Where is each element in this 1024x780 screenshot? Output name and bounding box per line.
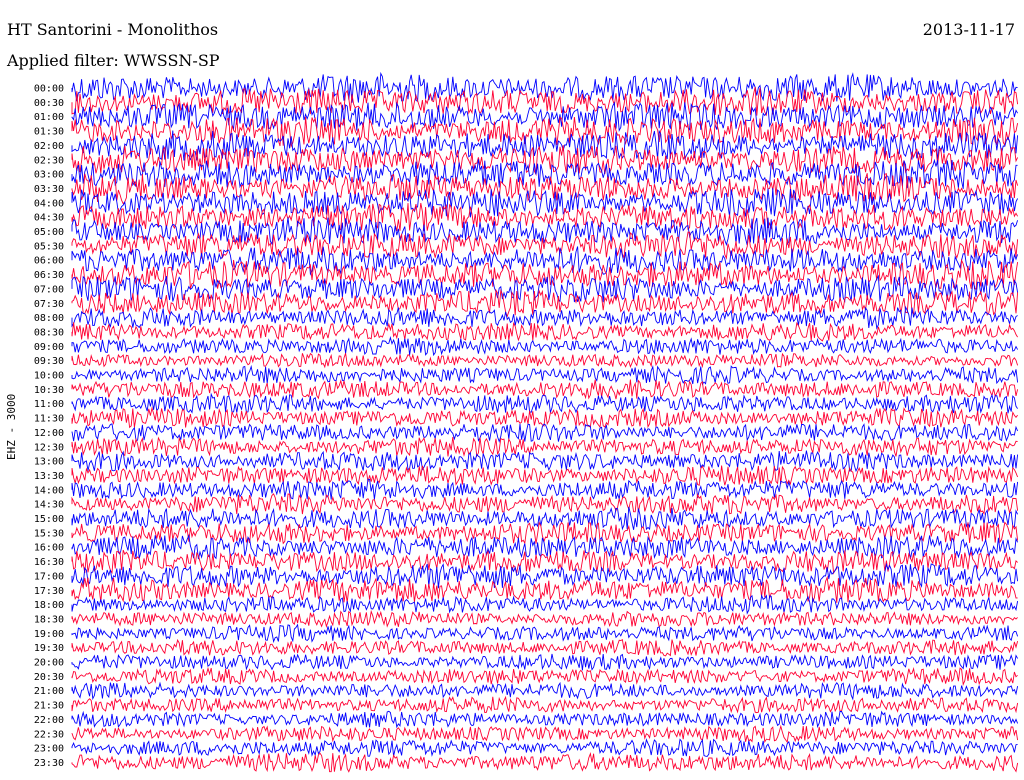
trace-1100 [71,392,1018,414]
trace-1300 [71,450,1019,473]
time-label: 11:00 [34,399,64,410]
time-label: 01:30 [34,127,64,138]
trace-2100 [71,681,1019,701]
trace-0900 [71,336,1018,357]
time-label: 09:00 [34,342,64,353]
trace-1800 [71,593,1019,615]
trace-1430 [71,492,1019,515]
time-label: 07:00 [34,284,64,295]
trace-0930 [71,352,1019,369]
time-label: 12:30 [34,442,64,453]
time-label: 18:00 [34,600,64,611]
time-label: 09:30 [34,356,64,367]
time-label: 02:30 [34,155,64,166]
trace-2000 [71,653,1018,671]
time-label: 22:30 [34,729,64,740]
trace-1330 [71,465,1019,486]
time-label: 17:30 [34,586,64,597]
time-label: 10:30 [34,385,64,396]
time-label: 15:00 [34,514,64,525]
time-label: 08:30 [34,327,64,338]
trace-2230 [71,724,1019,744]
trace-1030 [71,379,1019,400]
time-label: 03:30 [34,184,64,195]
trace-2330 [71,752,1019,773]
time-label: 10:00 [34,371,64,382]
time-label: 16:30 [34,557,64,568]
time-label: 14:00 [34,485,64,496]
time-label: 15:30 [34,528,64,539]
time-label: 14:30 [34,500,64,511]
time-label: 03:00 [34,170,64,181]
trace-1500 [71,506,1019,531]
time-label: 13:30 [34,471,64,482]
trace-1400 [71,478,1019,500]
time-label: 00:30 [34,98,64,109]
time-label: 21:30 [34,701,64,712]
time-label: 00:00 [34,84,64,95]
trace-1000 [71,364,1019,386]
time-label: 04:30 [34,213,64,224]
trace-1230 [71,436,1018,458]
time-label: 04:00 [34,198,64,209]
trace-2130 [71,695,1019,714]
trace-1530 [71,521,1019,545]
time-label: 21:00 [34,686,64,697]
time-label: 11:30 [34,414,64,425]
time-label: 01:00 [34,112,64,123]
trace-1930 [71,638,1019,657]
trace-1200 [71,423,1019,443]
time-label: 18:30 [34,614,64,625]
trace-2200 [71,710,1019,729]
time-label: 08:00 [34,313,64,324]
time-label: 06:30 [34,270,64,281]
time-label: 20:00 [34,658,64,669]
trace-1700 [71,562,1019,589]
seismogram-plot: 00:00 00:30 01:00 01:30 02:00 02:30 03:00 03:30… [28,71,1019,773]
trace-2030 [71,666,1018,687]
time-label: 16:00 [34,543,64,554]
time-label: 20:30 [34,672,64,683]
time-label: 22:00 [34,715,64,726]
time-label: 23:30 [34,758,64,769]
time-label: 19:00 [34,629,64,640]
time-label: 05:30 [34,241,64,252]
time-label: 12:00 [34,428,64,439]
trace-0830 [71,321,1018,342]
trace-1900 [71,623,1019,644]
time-label: 17:00 [34,571,64,582]
time-label: 07:30 [34,299,64,310]
trace-0030 [71,86,1019,117]
time-label: 05:00 [34,227,64,238]
trace-2300 [71,738,1018,757]
trace-1830 [71,609,1018,629]
time-label: 13:00 [34,457,64,468]
time-label: 06:00 [34,256,64,267]
time-label: 02:00 [34,141,64,152]
time-label: 19:30 [34,643,64,654]
time-label: 23:00 [34,744,64,755]
trace-0730 [71,288,1019,318]
